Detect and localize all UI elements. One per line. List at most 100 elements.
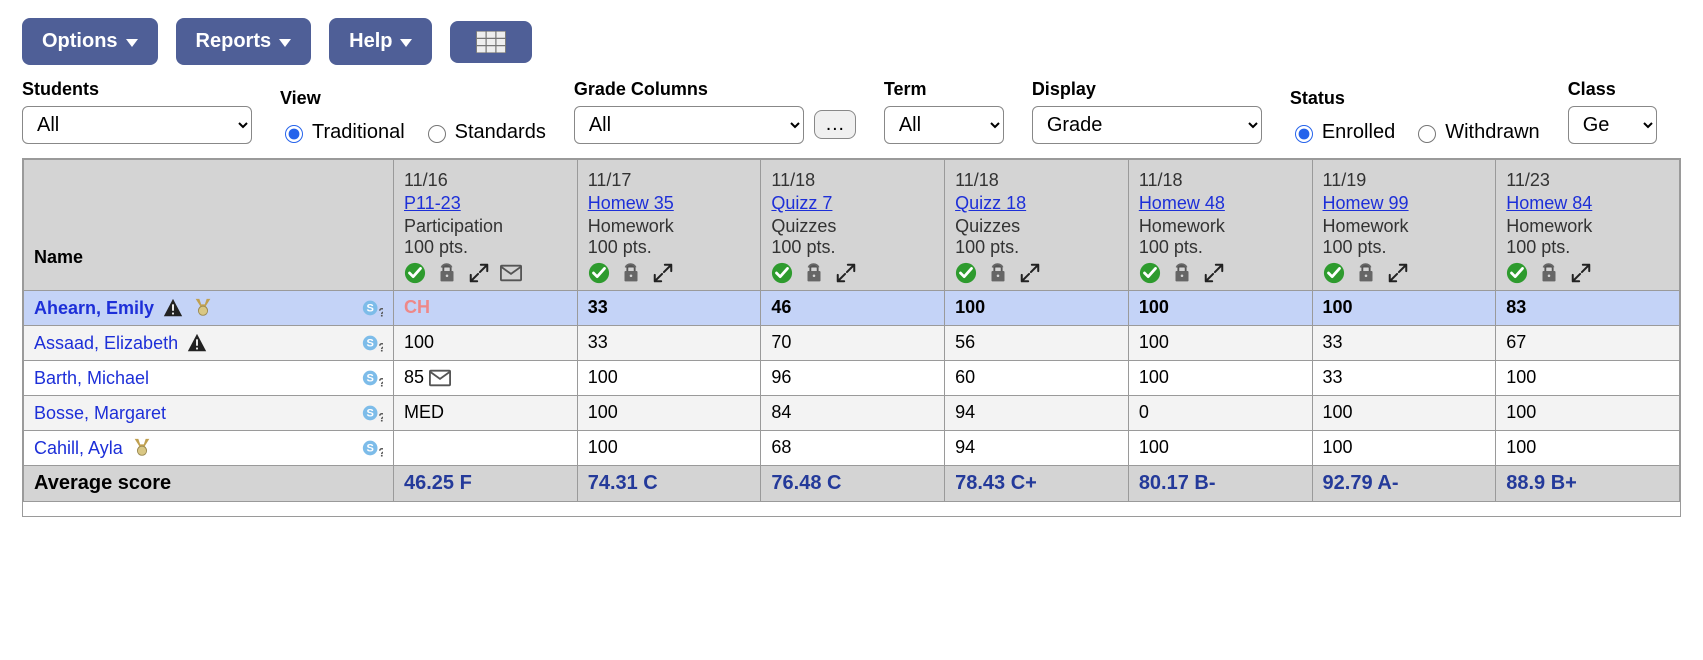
score-cell[interactable]: 33 [577, 291, 761, 326]
score-cell[interactable]: 100 [1128, 431, 1312, 466]
lock-icon[interactable] [987, 262, 1009, 284]
lock-icon[interactable] [803, 262, 825, 284]
assignment-column-header[interactable]: 11/19 Homew 99 Homework 100 pts. [1312, 160, 1496, 291]
score-cell[interactable]: 67 [1496, 326, 1680, 361]
reports-button[interactable]: Reports [176, 18, 312, 65]
student-name-cell[interactable]: Barth, Michael [24, 361, 394, 396]
score-cell[interactable]: 33 [1312, 361, 1496, 396]
score-cell[interactable]: 100 [394, 326, 578, 361]
score-cell[interactable]: 70 [761, 326, 945, 361]
student-name-cell[interactable]: Cahill, Ayla [24, 431, 394, 466]
check-icon[interactable] [1323, 262, 1345, 284]
score-cell[interactable]: 100 [1128, 326, 1312, 361]
lock-icon[interactable] [1538, 262, 1560, 284]
student-name-link[interactable]: Bosse, Margaret [34, 403, 166, 424]
assignment-link[interactable]: Quizz 7 [771, 193, 934, 214]
score-cell[interactable]: 33 [1312, 326, 1496, 361]
mail-icon[interactable] [429, 367, 451, 389]
score-cell[interactable]: 100 [577, 396, 761, 431]
student-row[interactable]: Bosse, Margaret MED10084940100100 [24, 396, 1680, 431]
assignment-link[interactable]: Homew 35 [588, 193, 751, 214]
check-icon[interactable] [588, 262, 610, 284]
grade-columns-more-button[interactable]: … [814, 110, 856, 139]
score-cell[interactable]: 100 [1312, 396, 1496, 431]
lock-icon[interactable] [1171, 262, 1193, 284]
student-name-link[interactable]: Ahearn, Emily [34, 298, 154, 319]
score-cell[interactable]: 100 [577, 431, 761, 466]
status-enrolled-radio[interactable]: Enrolled [1290, 121, 1395, 144]
assignment-column-header[interactable]: 11/17 Homew 35 Homework 100 pts. [577, 160, 761, 291]
score-cell[interactable]: 100 [1496, 431, 1680, 466]
options-button[interactable]: Options [22, 18, 158, 65]
score-cell[interactable]: MED [394, 396, 578, 431]
assignment-column-header[interactable]: 11/23 Homew 84 Homework 100 pts. [1496, 160, 1680, 291]
expand-icon[interactable] [468, 262, 490, 284]
score-cell[interactable]: 56 [945, 326, 1129, 361]
score-cell[interactable]: 96 [761, 361, 945, 396]
spreadsheet-view-button[interactable] [450, 21, 532, 63]
score-cell[interactable]: 68 [761, 431, 945, 466]
student-name-cell[interactable]: Ahearn, Emily [24, 291, 394, 326]
lock-icon[interactable] [620, 262, 642, 284]
assignment-column-header[interactable]: 11/16 P11-23 Participation 100 pts. [394, 160, 578, 291]
score-cell[interactable]: 0 [1128, 396, 1312, 431]
horizontal-scrollbar[interactable] [23, 502, 1680, 516]
assignment-link[interactable]: Homew 99 [1323, 193, 1486, 214]
check-icon[interactable] [404, 262, 426, 284]
mail-icon[interactable] [500, 262, 522, 284]
student-info-icon[interactable] [361, 437, 383, 459]
score-cell[interactable]: CH [394, 291, 578, 326]
student-name-link[interactable]: Barth, Michael [34, 368, 149, 389]
student-name-cell[interactable]: Bosse, Margaret [24, 396, 394, 431]
expand-icon[interactable] [652, 262, 674, 284]
score-cell[interactable]: 100 [945, 291, 1129, 326]
student-info-icon[interactable] [361, 402, 383, 424]
score-cell[interactable]: 100 [1128, 291, 1312, 326]
student-name-cell[interactable]: Assaad, Elizabeth [24, 326, 394, 361]
student-name-link[interactable]: Assaad, Elizabeth [34, 333, 178, 354]
score-cell[interactable]: 100 [1128, 361, 1312, 396]
lock-icon[interactable] [436, 262, 458, 284]
score-cell[interactable]: 33 [577, 326, 761, 361]
student-row[interactable]: Assaad, Elizabeth 1003370561003367 [24, 326, 1680, 361]
check-icon[interactable] [1139, 262, 1161, 284]
score-cell[interactable]: 100 [1496, 396, 1680, 431]
gradebook-grid-scroll[interactable]: Name 11/16 P11-23 Participation 100 pts.… [23, 159, 1680, 502]
status-withdrawn-radio[interactable]: Withdrawn [1413, 121, 1539, 144]
class-select[interactable]: Ge [1568, 106, 1657, 144]
expand-icon[interactable] [1387, 262, 1409, 284]
students-select[interactable]: All [22, 106, 252, 144]
score-cell[interactable] [394, 431, 578, 466]
assignment-link[interactable]: P11-23 [404, 193, 567, 214]
check-icon[interactable] [771, 262, 793, 284]
term-select[interactable]: All [884, 106, 1004, 144]
score-cell[interactable]: 83 [1496, 291, 1680, 326]
expand-icon[interactable] [1570, 262, 1592, 284]
check-icon[interactable] [955, 262, 977, 284]
score-cell[interactable]: 60 [945, 361, 1129, 396]
assignment-column-header[interactable]: 11/18 Homew 48 Homework 100 pts. [1128, 160, 1312, 291]
score-cell[interactable]: 46 [761, 291, 945, 326]
score-cell[interactable]: 100 [1496, 361, 1680, 396]
lock-icon[interactable] [1355, 262, 1377, 284]
student-name-link[interactable]: Cahill, Ayla [34, 438, 123, 459]
help-button[interactable]: Help [329, 18, 432, 65]
score-cell[interactable]: 94 [945, 396, 1129, 431]
view-standards-radio[interactable]: Standards [423, 121, 546, 144]
check-icon[interactable] [1506, 262, 1528, 284]
view-traditional-radio[interactable]: Traditional [280, 121, 405, 144]
assignment-column-header[interactable]: 11/18 Quizz 18 Quizzes 100 pts. [945, 160, 1129, 291]
student-row[interactable]: Barth, Michael 85 100966010033100 [24, 361, 1680, 396]
student-row[interactable]: Ahearn, Emily CH334610010010083 [24, 291, 1680, 326]
score-cell[interactable]: 100 [577, 361, 761, 396]
expand-icon[interactable] [1019, 262, 1041, 284]
student-row[interactable]: Cahill, Ayla 1006894100100100 [24, 431, 1680, 466]
name-column-header[interactable]: Name [24, 160, 394, 291]
score-cell[interactable]: 100 [1312, 291, 1496, 326]
student-info-icon[interactable] [361, 297, 383, 319]
score-cell[interactable]: 94 [945, 431, 1129, 466]
student-info-icon[interactable] [361, 367, 383, 389]
display-select[interactable]: Grade [1032, 106, 1262, 144]
assignment-link[interactable]: Quizz 18 [955, 193, 1118, 214]
expand-icon[interactable] [835, 262, 857, 284]
